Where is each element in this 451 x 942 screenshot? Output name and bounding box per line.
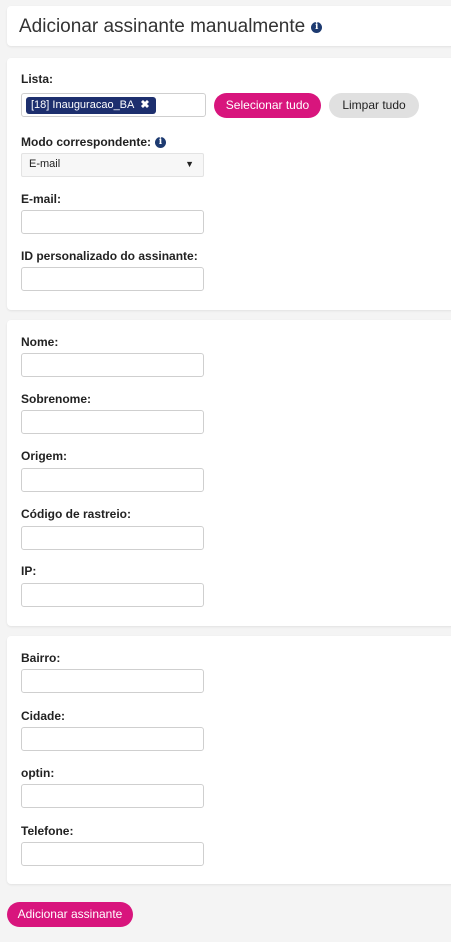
match-mode-label: Modo correspondente: i	[21, 135, 167, 149]
list-tag-text: [18] Inauguracao_BA	[31, 99, 135, 111]
neighborhood-label: Bairro:	[21, 651, 61, 665]
personal-section: Nome: Sobrenome: Origem: Código de rastr…	[7, 320, 451, 626]
ip-field[interactable]	[21, 583, 204, 607]
list-tag: [18] Inauguracao_BA ✖	[26, 97, 156, 114]
custom-id-label: ID personalizado do assinante:	[21, 249, 198, 263]
page-header: Adicionar assinante manualmente i	[7, 6, 451, 46]
email-label: E-mail:	[21, 192, 62, 206]
info-icon[interactable]: i	[311, 21, 323, 33]
phone-label: Telefone:	[21, 824, 74, 838]
tracking-code-field[interactable]	[21, 526, 204, 550]
add-subscriber-button[interactable]: Adicionar assinante	[7, 902, 133, 927]
match-mode-value: E-mail	[29, 158, 61, 170]
page-title: Adicionar assinante manualmente i	[19, 16, 323, 38]
custom-id-field[interactable]	[21, 267, 204, 291]
neighborhood-field[interactable]	[21, 669, 204, 693]
city-label: Cidade:	[21, 709, 66, 723]
tracking-code-label: Código de rastreio:	[21, 507, 132, 521]
name-field[interactable]	[21, 353, 204, 377]
match-mode-label-text: Modo correspondente:	[21, 135, 152, 149]
surname-label: Sobrenome:	[21, 392, 92, 406]
page-title-text: Adicionar assinante manualmente	[19, 16, 306, 37]
surname-field[interactable]	[21, 410, 204, 434]
email-field[interactable]	[21, 210, 204, 234]
optin-field[interactable]	[21, 784, 204, 808]
optin-label: optin:	[21, 766, 55, 780]
phone-field[interactable]	[21, 842, 204, 866]
name-label: Nome:	[21, 335, 59, 349]
list-section: Lista: [18] Inauguracao_BA ✖ Selecionar …	[7, 58, 451, 310]
extra-fields-section: Bairro: Cidade: optin: Telefone:	[7, 636, 451, 884]
ip-label: IP:	[21, 564, 37, 578]
select-all-button[interactable]: Selecionar tudo	[214, 93, 321, 118]
match-mode-select[interactable]: E-mail ▼	[21, 153, 204, 177]
list-label: Lista:	[21, 72, 54, 86]
chevron-down-icon: ▼	[185, 159, 194, 169]
info-icon[interactable]: i	[155, 136, 167, 148]
origin-field[interactable]	[21, 468, 204, 492]
list-tag-input[interactable]: [18] Inauguracao_BA ✖	[21, 93, 206, 117]
clear-all-button[interactable]: Limpar tudo	[329, 93, 419, 118]
origin-label: Origem:	[21, 449, 68, 463]
city-field[interactable]	[21, 727, 204, 751]
tag-remove-icon[interactable]: ✖	[140, 97, 149, 114]
